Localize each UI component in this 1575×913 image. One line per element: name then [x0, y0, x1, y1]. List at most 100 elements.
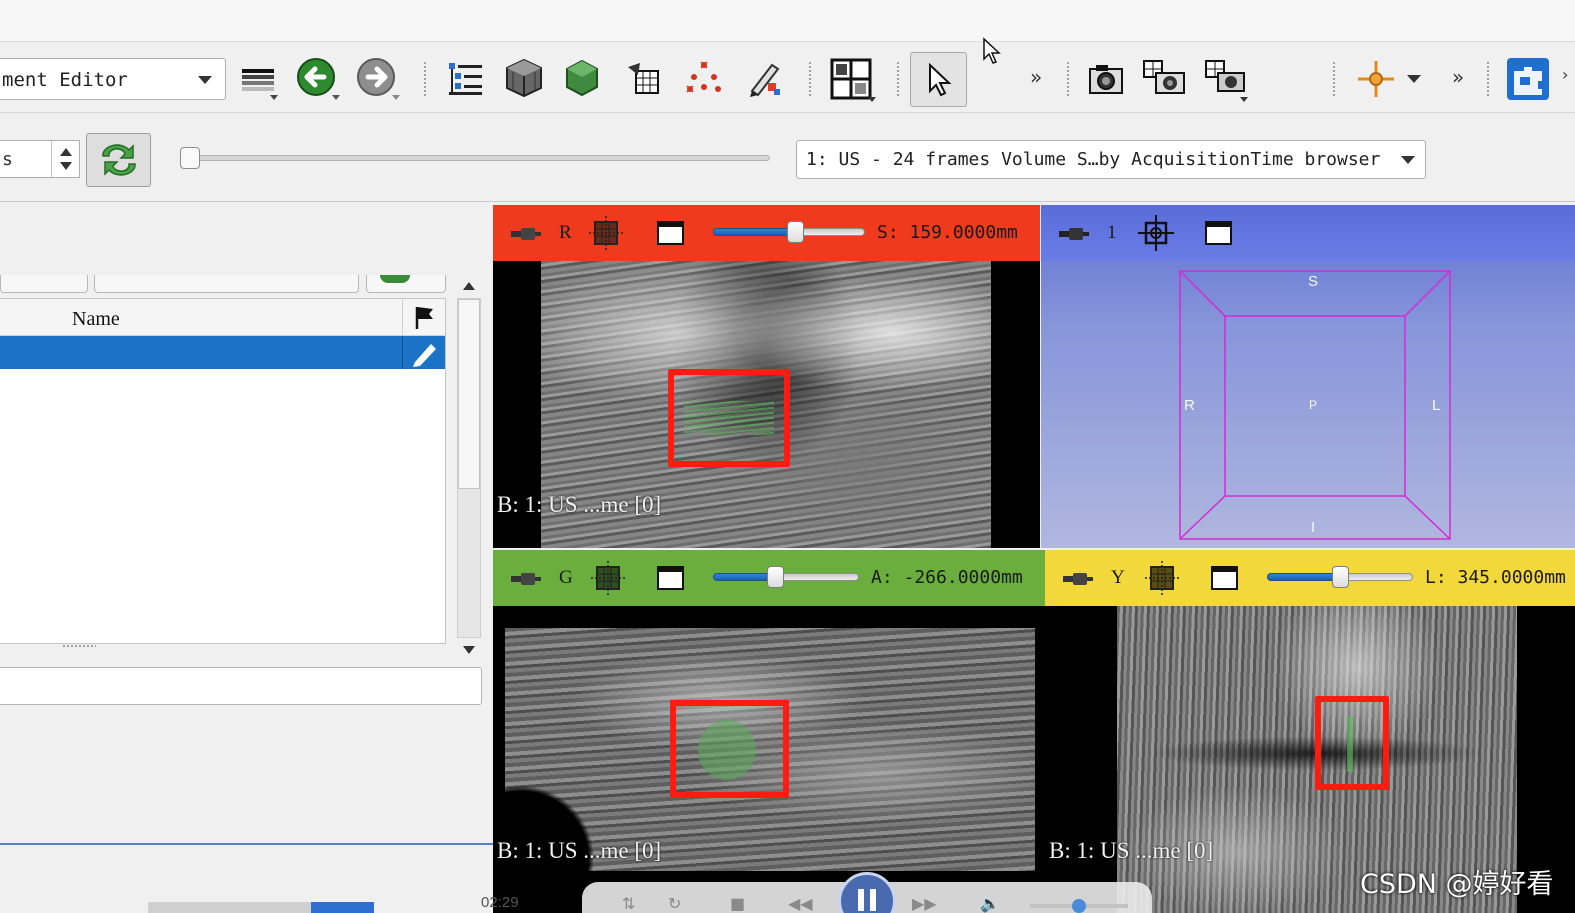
maximize-view-icon[interactable]: [1205, 221, 1232, 245]
yellow-slice-view[interactable]: Y L: 345.0000mm B: 1: US ...me [0]: [1045, 550, 1575, 913]
toolbar-overflow-chevron[interactable]: »: [1030, 65, 1042, 89]
table-row-selected[interactable]: [0, 336, 445, 369]
forward-arrow-icon[interactable]: [356, 57, 402, 103]
rewind-icon[interactable]: ◀◀: [788, 894, 813, 913]
volume-handle[interactable]: [1072, 899, 1086, 913]
pin-icon[interactable]: [1059, 224, 1089, 244]
pin-icon[interactable]: [511, 569, 541, 589]
volume-icon[interactable]: 🔈: [980, 894, 1000, 913]
toolbar-overflow-chevron[interactable]: »: [1452, 65, 1464, 89]
table-header: Name: [0, 299, 445, 336]
slider-track: [184, 155, 770, 161]
editor-pen-icon[interactable]: [744, 59, 784, 99]
view-letter: Y: [1111, 567, 1125, 588]
slider-handle[interactable]: [180, 147, 200, 169]
models-icon[interactable]: [561, 57, 603, 99]
module-selector[interactable]: ment Editor: [0, 58, 226, 100]
panel-button-stub[interactable]: [94, 275, 359, 293]
slice-offset-slider[interactable]: [713, 221, 865, 243]
segmentation-overlay: [698, 720, 756, 780]
slice-offset-slider[interactable]: [1267, 566, 1413, 588]
shuffle-icon[interactable]: ⇅: [622, 894, 635, 913]
splitter-grip[interactable]: [62, 644, 96, 648]
toolbar-grip[interactable]: [1486, 61, 1490, 97]
volume-cube-icon[interactable]: [503, 57, 545, 99]
roi-box: [668, 369, 790, 467]
scene-view-icon[interactable]: [1142, 57, 1188, 99]
toolbar-grip[interactable]: [423, 61, 427, 97]
slice-visibility-icon[interactable]: [591, 561, 625, 595]
layout-icon[interactable]: [830, 57, 876, 103]
crosshair-icon[interactable]: [1356, 59, 1396, 99]
module-panel-scrollbar[interactable]: [455, 272, 483, 662]
panel-input-field[interactable]: [0, 667, 482, 705]
sequence-spinbox[interactable]: s: [0, 140, 80, 178]
toolbar-grip[interactable]: [1066, 61, 1070, 97]
sequence-frame-slider[interactable]: [180, 146, 772, 169]
extension-manager-icon[interactable]: [1506, 57, 1550, 101]
markups-icon[interactable]: [684, 59, 724, 99]
toolbar-grip[interactable]: [896, 61, 900, 97]
slice-visibility-icon[interactable]: [1145, 561, 1179, 595]
toolbar-grip[interactable]: [1332, 61, 1336, 97]
slice-offset-readout: A: -266.0000mm: [871, 567, 1023, 588]
repeat-icon[interactable]: ↻: [668, 894, 681, 913]
red-view-controller: R S: 159.0000mm: [493, 205, 1040, 261]
pause-icon: [858, 889, 876, 911]
video-progress-bar[interactable]: [148, 902, 374, 913]
slice-offset-slider[interactable]: [713, 566, 859, 588]
column-header-name[interactable]: Name: [72, 308, 120, 331]
segments-table[interactable]: Name: [0, 298, 446, 644]
slider-handle[interactable]: [787, 221, 804, 243]
scroll-up-icon[interactable]: [455, 274, 483, 296]
view-letter: R: [559, 222, 572, 243]
slider-handle[interactable]: [1332, 566, 1349, 588]
pointer-icon: [925, 63, 955, 97]
sequence-browser-value: 1: US - 24 frames Volume S…by Acquisitio…: [806, 149, 1381, 170]
maximize-view-icon[interactable]: [1211, 566, 1238, 590]
roi-box: [1315, 696, 1389, 790]
scroll-thumb[interactable]: [458, 299, 480, 489]
column-header-flag[interactable]: [402, 299, 445, 336]
sequence-browser-selector[interactable]: 1: US - 24 frames Volume S…by Acquisitio…: [796, 140, 1426, 179]
segment-grid-icon[interactable]: [624, 59, 664, 99]
spinbox-arrows[interactable]: [51, 141, 79, 177]
pause-button[interactable]: [838, 872, 896, 913]
red-slice-view[interactable]: R S: 159.0000mm B: 1: US ...me [0]: [493, 205, 1040, 548]
center-view-icon[interactable]: [1137, 214, 1175, 252]
maximize-view-icon[interactable]: [657, 566, 684, 590]
toolbar-grip[interactable]: [808, 61, 812, 97]
main-toolbar: ment Editor » » ›: [0, 43, 1575, 113]
data-tree-icon[interactable]: [446, 59, 486, 99]
chevron-down-icon: [1401, 156, 1415, 164]
slider-handle[interactable]: [767, 566, 784, 588]
panel-button-stub[interactable]: [0, 275, 88, 293]
pointer-mode-button[interactable]: [910, 52, 967, 107]
stop-icon[interactable]: ■: [730, 894, 745, 913]
pin-icon[interactable]: [1063, 569, 1093, 589]
threed-view[interactable]: 1 S R P L I: [1041, 205, 1575, 548]
window-level-icon[interactable]: [240, 61, 278, 101]
title-strip: [0, 0, 1575, 42]
toolbar-overflow-chevron-small[interactable]: ›: [1562, 65, 1568, 84]
add-segment-icon[interactable]: [380, 275, 410, 283]
capture-icon[interactable]: [1204, 57, 1252, 103]
row-edit-cell[interactable]: [402, 336, 445, 369]
threed-view-controller: 1: [1041, 205, 1575, 261]
flag-icon: [415, 307, 433, 329]
scroll-down-icon[interactable]: [455, 640, 483, 662]
screenshot-icon[interactable]: [1086, 59, 1126, 99]
view-letter: G: [559, 567, 573, 588]
maximize-view-icon[interactable]: [657, 221, 684, 245]
slice-offset-readout: L: 345.0000mm: [1425, 567, 1566, 588]
fast-forward-icon[interactable]: ▶▶: [912, 894, 937, 913]
edit-pencil-icon: [413, 344, 436, 367]
back-arrow-icon[interactable]: [296, 57, 342, 103]
loop-toggle-button[interactable]: [86, 133, 151, 187]
pin-icon[interactable]: [511, 224, 541, 244]
green-slice-view[interactable]: G A: -266.0000mm B: 1: US ...me [0]: [493, 550, 1045, 913]
volume-slider[interactable]: [1030, 899, 1128, 913]
chevron-down-icon[interactable]: [1407, 75, 1421, 83]
slice-visibility-icon[interactable]: [589, 216, 623, 250]
watermark: CSDN @婷好看: [1360, 869, 1554, 900]
